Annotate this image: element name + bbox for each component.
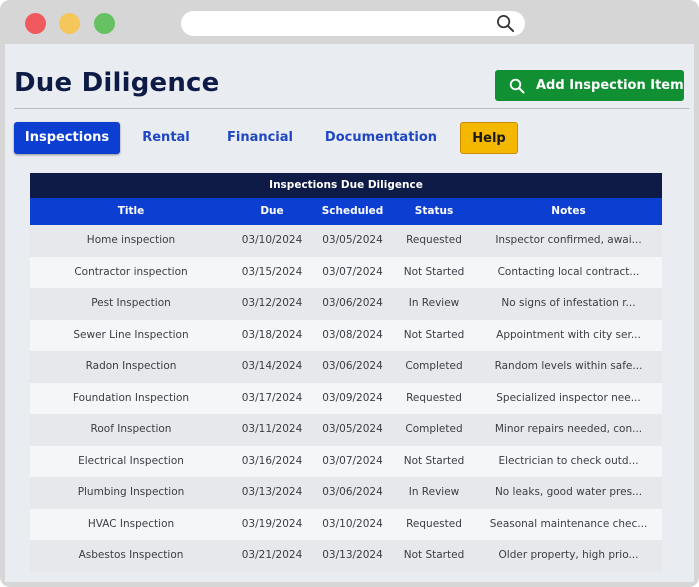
cell-title: Foundation Inspection: [72, 391, 190, 404]
table-row[interactable]: HVAC Inspection 03/19/2024 03/10/2024 Reque…: [30, 508, 662, 540]
cell-due: 03/15/2024: [241, 265, 303, 278]
add-inspection-item-button[interactable]: Add Inspection Item: [495, 70, 684, 101]
cell-notes: Contacting local contract...: [497, 265, 640, 278]
column-header-status[interactable]: Status: [393, 198, 475, 225]
cell-notes: Specialized inspector nee...: [496, 391, 641, 404]
address-bar[interactable]: [181, 11, 525, 36]
tab-financial[interactable]: Financial: [218, 122, 302, 154]
search-icon[interactable]: [496, 14, 515, 33]
cell-title: Home inspection: [86, 234, 176, 246]
cell-notes: No leaks, good water pres...: [494, 486, 643, 498]
cell-status: Completed: [405, 423, 463, 435]
cell-scheduled: 03/06/2024: [322, 486, 383, 498]
cell-due: 03/10/2024: [241, 234, 303, 246]
cell-due: 03/21/2024: [241, 549, 303, 561]
cell-notes: Inspector confirmed, awai...: [495, 234, 642, 246]
cell-scheduled: 03/07/2024: [322, 265, 383, 278]
cell-due: 03/11/2024: [241, 423, 303, 435]
cell-status: Not Started: [403, 454, 465, 467]
table-header-row: Title Due Scheduled Status Notes: [30, 198, 662, 225]
cell-title: HVAC Inspection: [87, 517, 175, 530]
table-row[interactable]: Contractor inspection 03/15/2024 03/07/202…: [30, 256, 662, 288]
table-row[interactable]: Electrical Inspection 03/16/2024 03/07/202…: [30, 445, 662, 477]
search-icon: [509, 78, 525, 93]
cell-status: Completed: [405, 360, 463, 372]
cell-status: Not Started: [403, 265, 465, 278]
cell-status: In Review: [408, 486, 460, 498]
column-header-due[interactable]: Due: [232, 198, 312, 225]
cell-due: 03/16/2024: [241, 454, 303, 467]
cell-notes: Minor repairs needed, con...: [494, 423, 643, 435]
cell-title: Asbestos Inspection: [78, 549, 184, 561]
cell-notes: No signs of infestation r...: [501, 297, 636, 309]
table-row[interactable]: Radon Inspection 03/14/2024 03/06/2024 Comp…: [30, 351, 662, 383]
cell-due: 03/17/2024: [241, 391, 303, 404]
column-header-scheduled[interactable]: Scheduled: [312, 198, 393, 225]
maximize-window-button[interactable]: [94, 13, 115, 34]
cell-status: Requested: [406, 517, 462, 530]
table-row[interactable]: Home inspection 03/10/2024 03/05/2024 Reque…: [30, 225, 662, 257]
browser-window: Due Diligence Add Inspection Item Inspec…: [0, 0, 699, 587]
cell-scheduled: 03/05/2024: [322, 423, 383, 435]
table-row[interactable]: Roof Inspection 03/11/2024 03/05/2024 Compl…: [30, 414, 662, 446]
tab-inspections[interactable]: Inspections: [14, 122, 120, 154]
cell-title: Plumbing Inspection: [77, 486, 185, 498]
title-divider: [14, 108, 689, 109]
cell-scheduled: 03/07/2024: [322, 454, 383, 467]
cell-notes: Random levels within safe...: [494, 360, 643, 372]
cell-status: Requested: [406, 391, 462, 404]
cell-scheduled: 03/09/2024: [322, 391, 383, 404]
inspections-table: Inspections Due Diligence Title Due Sche…: [30, 173, 662, 572]
page-content: Due Diligence Add Inspection Item Inspec…: [5, 44, 694, 582]
add-inspection-item-label: Add Inspection Item: [536, 78, 684, 93]
cell-status: Not Started: [403, 328, 465, 341]
table-row[interactable]: Foundation Inspection 03/17/2024 03/09/202…: [30, 382, 662, 414]
cell-title: Electrical Inspection: [78, 454, 184, 467]
table-row[interactable]: Sewer Line Inspection 03/18/2024 03/08/202…: [30, 319, 662, 351]
cell-due: 03/19/2024: [241, 517, 303, 530]
cell-title: Pest Inspection: [91, 297, 171, 309]
table-row[interactable]: Pest Inspection 03/12/2024 03/06/2024 In Re…: [30, 288, 662, 320]
cell-scheduled: 03/13/2024: [322, 549, 383, 561]
cell-notes: Electrician to check outd...: [498, 454, 639, 467]
table-caption: Inspections Due Diligence: [30, 173, 662, 198]
cell-scheduled: 03/06/2024: [322, 297, 383, 309]
cell-due: 03/13/2024: [241, 486, 303, 498]
page-title: Due Diligence: [14, 68, 220, 98]
tab-rental[interactable]: Rental: [132, 122, 200, 154]
column-header-notes[interactable]: Notes: [475, 198, 662, 225]
table-row[interactable]: Asbestos Inspection 03/21/2024 03/13/2024 N…: [30, 540, 662, 572]
cell-scheduled: 03/10/2024: [322, 517, 383, 530]
cell-status: Requested: [406, 234, 462, 246]
cell-title: Roof Inspection: [90, 423, 172, 435]
cell-scheduled: 03/08/2024: [322, 328, 383, 341]
cell-scheduled: 03/05/2024: [322, 234, 383, 246]
browser-titlebar: [0, 0, 699, 44]
minimize-window-button[interactable]: [59, 13, 80, 34]
cell-title: Radon Inspection: [85, 360, 177, 372]
help-button[interactable]: Help: [460, 122, 518, 154]
table-body: Home inspection 03/10/2024 03/05/2024 Reque…: [30, 225, 662, 572]
cell-scheduled: 03/06/2024: [322, 360, 383, 372]
close-window-button[interactable]: [25, 13, 46, 34]
tab-documentation[interactable]: Documentation: [322, 122, 440, 154]
cell-title: Contractor inspection: [74, 265, 188, 278]
table-row[interactable]: Plumbing Inspection 03/13/2024 03/06/2024 I…: [30, 477, 662, 509]
cell-notes: Appointment with city ser...: [496, 328, 641, 341]
cell-status: In Review: [408, 297, 460, 309]
cell-notes: Seasonal maintenance chec...: [489, 517, 648, 530]
cell-notes: Older property, high prio...: [498, 549, 639, 561]
cell-due: 03/12/2024: [241, 297, 303, 309]
column-header-title[interactable]: Title: [30, 198, 232, 225]
cell-status: Not Started: [403, 549, 465, 561]
cell-due: 03/14/2024: [241, 360, 303, 372]
cell-due: 03/18/2024: [241, 328, 303, 341]
cell-title: Sewer Line Inspection: [73, 328, 189, 341]
